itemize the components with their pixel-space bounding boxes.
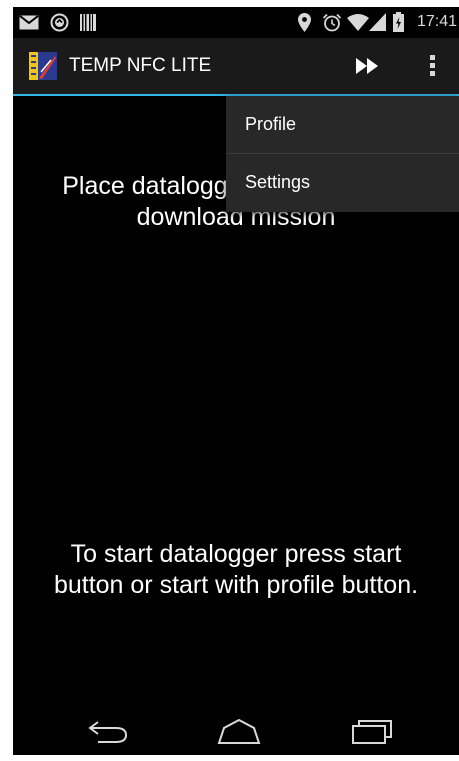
app-title: TEMP NFC LITE — [69, 55, 212, 76]
phone-screen: 17:41 TEMP NFC LITE Place datalogger dow… — [13, 7, 459, 755]
signal-icon — [369, 13, 386, 36]
fast-forward-icon[interactable] — [351, 51, 387, 81]
navigation-bar — [13, 707, 459, 755]
recents-icon[interactable] — [351, 717, 395, 750]
app-logo-icon[interactable] — [29, 52, 57, 80]
action-bar: TEMP NFC LITE — [13, 38, 459, 96]
overflow-menu: Profile Settings — [226, 96, 459, 212]
menu-item-profile[interactable]: Profile — [226, 96, 459, 153]
menu-item-settings[interactable]: Settings — [226, 154, 459, 211]
alarm-icon — [322, 13, 342, 37]
wifi-icon — [347, 13, 369, 36]
status-bar: 17:41 — [13, 7, 459, 38]
home-icon[interactable] — [216, 717, 262, 750]
start-instruction-text: To start datalogger press start button o… — [53, 540, 419, 599]
battery-icon — [393, 12, 404, 37]
mail-icon — [19, 15, 39, 35]
back-icon[interactable] — [86, 717, 130, 750]
status-time: 17:41 — [416, 13, 457, 30]
overflow-menu-icon[interactable] — [421, 50, 445, 82]
barcode-icon — [80, 14, 96, 36]
sync-icon — [50, 13, 69, 37]
location-icon — [298, 13, 311, 37]
